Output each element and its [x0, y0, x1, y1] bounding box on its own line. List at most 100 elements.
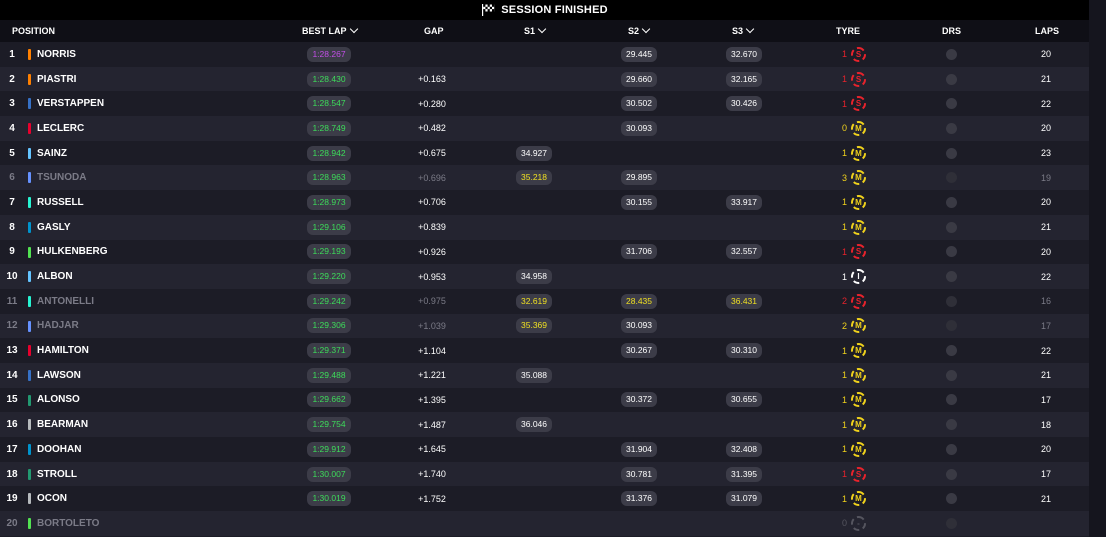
table-row[interactable]: 11 ANTONELLI 1:29.242 +0.975 32.619 28.435 36.… — [0, 289, 1089, 314]
driver-position: 17 — [6, 443, 18, 455]
team-color-bar — [28, 147, 31, 159]
table-row[interactable]: 12 HADJAR 1:29.306 +1.039 35.369 30.093 2 M 1… — [0, 313, 1089, 339]
team-color-bar — [28, 123, 31, 135]
header-best-lap[interactable]: BEST LAP — [302, 20, 358, 42]
tyre-age: 1 — [841, 246, 847, 257]
laps-value: 21 — [1040, 74, 1051, 85]
drs-cell — [944, 437, 958, 462]
best-lap-time: 1:30.019 — [307, 491, 351, 507]
sector-1-time: 34.958 — [516, 269, 552, 285]
drs-cell — [944, 264, 958, 289]
table-row[interactable]: 4 LECLERC 1:28.749 +0.482 30.093 0 M 20 — [0, 116, 1089, 141]
driver-position: 20 — [6, 517, 18, 529]
driver-position: 2 — [9, 73, 15, 85]
header-gap[interactable]: GAP — [424, 20, 444, 42]
drs-cell — [944, 91, 958, 116]
table-row[interactable]: 9 HULKENBERG 1:29.193 +0.926 31.706 32.557 1 … — [0, 240, 1089, 265]
table-row[interactable]: 15 ALONSO 1:29.662 +1.395 30.372 30.655 1 M 1… — [0, 388, 1089, 413]
medium-tyre-icon: M — [851, 219, 866, 235]
laps-value: 22 — [1040, 271, 1051, 282]
table-row[interactable]: 20 BORTOLETO 0 - — [0, 511, 1089, 536]
sector-3-cell: 36.431 — [720, 289, 768, 314]
table-row[interactable]: 3 VERSTAPPEN 1:28.547 +0.280 30.502 30.426 1 … — [0, 91, 1089, 116]
drs-indicator-icon — [945, 48, 957, 60]
header-laps[interactable]: LAPS — [1035, 20, 1059, 42]
sector-2-cell: 30.781 — [615, 462, 663, 487]
drs-indicator-icon — [945, 295, 957, 307]
tyre-age: 1 — [841, 444, 847, 455]
laps-value: 22 — [1040, 345, 1051, 356]
table-row[interactable]: 13 HAMILTON 1:29.371 +1.104 30.267 30.310 1 M… — [0, 338, 1089, 363]
team-color-bar — [28, 172, 31, 184]
gap-value: +1.487 — [418, 419, 446, 430]
tyre-cell: 1 M — [830, 141, 866, 166]
team-color-bar — [28, 98, 31, 110]
sector-1-cell — [510, 240, 558, 265]
header-s3[interactable]: S3 — [732, 20, 755, 42]
table-row[interactable]: 14 LAWSON 1:29.488 +1.221 35.088 1 M 21 — [0, 362, 1089, 388]
tyre-cell: 1 S — [830, 42, 866, 67]
tyre-age: 1 — [841, 197, 847, 208]
driver-name: ALONSO — [37, 394, 80, 406]
sector-1-cell — [510, 388, 558, 413]
team-color-bar — [28, 246, 31, 258]
header-tyre[interactable]: TYRE — [836, 20, 860, 42]
tyre-age: 1 — [841, 394, 847, 405]
drs-indicator-icon — [945, 345, 957, 357]
medium-tyre-icon: M — [851, 194, 866, 210]
soft-tyre-icon: S — [851, 96, 866, 112]
sector-1-cell: 36.046 — [510, 412, 558, 437]
sector-1-cell — [510, 67, 558, 92]
tyre-age: 1 — [841, 345, 847, 356]
best-lap-time: 1:29.488 — [307, 367, 351, 383]
header-gap-label: GAP — [424, 26, 444, 36]
sector-2-time: 29.445 — [621, 46, 657, 62]
team-color-bar — [28, 197, 31, 209]
drs-indicator-icon — [945, 172, 957, 184]
drs-cell — [944, 511, 958, 536]
laps-value: 19 — [1040, 172, 1051, 183]
best-lap-cell: 1:29.371 — [300, 338, 358, 363]
driver-position: 12 — [6, 320, 18, 332]
medium-tyre-icon: M — [851, 170, 866, 186]
table-row[interactable]: 6 TSUNODA 1:28.963 +0.696 35.218 29.895 3 M 1… — [0, 165, 1089, 191]
driver-position: 4 — [9, 122, 15, 134]
header-position[interactable]: POSITION — [12, 20, 55, 42]
drs-cell — [944, 141, 958, 166]
table-row[interactable]: 7 RUSSELL 1:28.973 +0.706 30.155 33.917 1 M 2… — [0, 190, 1089, 215]
table-row[interactable]: 17 DOOHAN 1:29.912 +1.645 31.904 32.408 1 M 2… — [0, 437, 1089, 462]
team-color-bar — [28, 394, 31, 406]
header-s2[interactable]: S2 — [628, 20, 651, 42]
chevron-down-icon — [745, 24, 755, 34]
tyre-cell: 1 I — [830, 264, 866, 289]
best-lap-time: 1:29.242 — [307, 293, 351, 309]
table-row[interactable]: 10 ALBON 1:29.220 +0.953 34.958 1 I 22 — [0, 264, 1089, 289]
best-lap-time: 1:28.267 — [307, 46, 351, 62]
sector-1-time: 35.369 — [516, 318, 552, 334]
table-row[interactable]: 18 STROLL 1:30.007 +1.740 30.781 31.395 1 S 1… — [0, 461, 1089, 487]
driver-name: TSUNODA — [37, 172, 87, 184]
drs-cell — [944, 314, 958, 339]
team-color-bar — [28, 518, 31, 530]
tyre-age: 1 — [841, 469, 847, 480]
table-row[interactable]: 1 NORRIS 1:28.267 29.445 32.670 1 S 20 — [0, 42, 1089, 67]
best-lap-cell: 1:29.662 — [300, 388, 358, 413]
table-row[interactable]: 19 OCON 1:30.019 +1.752 31.376 31.079 1 M 21 — [0, 486, 1089, 511]
header-s1[interactable]: S1 — [524, 20, 547, 42]
header-drs[interactable]: DRS — [942, 20, 961, 42]
table-row[interactable]: 16 BEARMAN 1:29.754 +1.487 36.046 1 M 18 — [0, 412, 1089, 437]
driver-position: 6 — [9, 172, 15, 184]
team-color-bar — [28, 320, 31, 332]
sector-2-cell: 29.895 — [615, 165, 663, 190]
best-lap-time: 1:29.193 — [307, 244, 351, 260]
sector-3-cell — [720, 141, 768, 166]
sector-1-time: 32.619 — [516, 293, 552, 309]
team-color-bar — [28, 369, 31, 381]
drs-indicator-icon — [945, 394, 957, 406]
laps-value: 17 — [1040, 469, 1051, 480]
table-row[interactable]: 2 PIASTRI 1:28.430 +0.163 29.660 32.165 1 S 2… — [0, 66, 1089, 92]
driver-name: GASLY — [37, 221, 71, 233]
sector-3-cell: 32.670 — [720, 42, 768, 67]
table-row[interactable]: 8 GASLY 1:29.106 +0.839 1 M 21 — [0, 214, 1089, 240]
table-row[interactable]: 5 SAINZ 1:28.942 +0.675 34.927 1 M 23 — [0, 141, 1089, 166]
